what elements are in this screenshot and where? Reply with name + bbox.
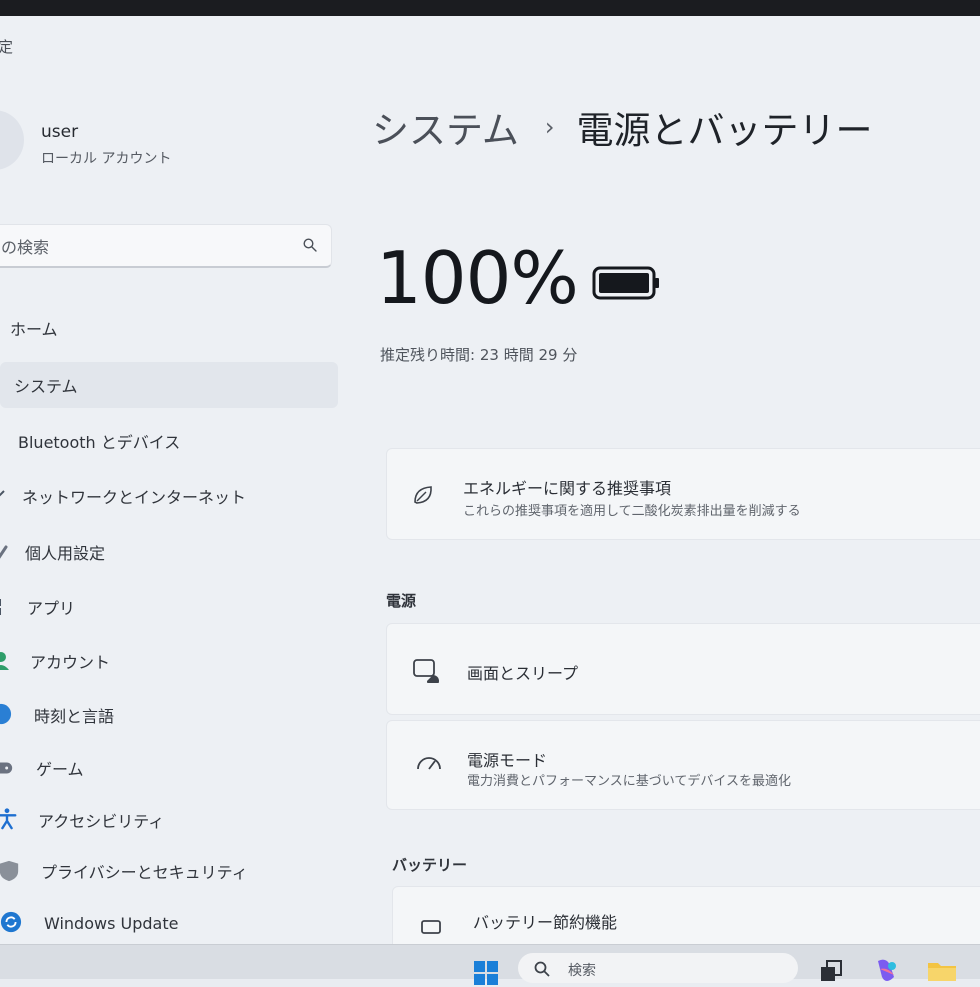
taskbar: 検索	[0, 944, 980, 985]
card-title: 電源モード	[467, 751, 548, 770]
network-icon	[0, 490, 5, 497]
leaf-icon	[414, 486, 432, 504]
sidebar-item-label: Bluetooth とデバイス	[18, 433, 181, 452]
brush-icon	[0, 545, 8, 559]
gamepad-icon	[0, 762, 13, 774]
sidebar-item-time-language[interactable]: 時刻と言語	[0, 692, 338, 738]
battery-level-fill	[599, 273, 649, 293]
sidebar-item-label: ホーム	[10, 320, 58, 339]
sidebar-item-label: 個人用設定	[25, 544, 106, 563]
sidebar-item-label: ゲーム	[36, 760, 84, 779]
breadcrumb-separator: ›	[544, 113, 555, 141]
section-header-battery: バッテリー	[392, 856, 468, 874]
sidebar-item-label: アカウント	[30, 653, 111, 672]
user-name: user	[41, 122, 79, 142]
battery-full-icon	[592, 266, 659, 300]
file-explorer-icon[interactable]	[926, 957, 958, 983]
app-title: 定	[0, 38, 14, 56]
shield-icon	[0, 860, 19, 882]
sidebar-item-label: アクセシビリティ	[38, 812, 165, 831]
energy-recommendations-card[interactable]: エネルギーに関する推奨事項 これらの推奨事項を適用して二酸化炭素排出量を削減する	[386, 448, 980, 540]
taskbar-search[interactable]: 検索	[518, 953, 798, 983]
windows-start-icon[interactable]	[472, 959, 500, 987]
task-view-icon[interactable]	[818, 959, 844, 985]
breadcrumb-parent[interactable]: システム	[372, 100, 519, 154]
sidebar-item-windows-update[interactable]: Windows Update	[0, 900, 338, 946]
screen-sleep-icon	[413, 659, 439, 683]
sidebar-item-accounts[interactable]: アカウント	[0, 638, 338, 684]
battery-estimate-label: 推定残り時間:	[380, 346, 476, 364]
sidebar-item-gaming[interactable]: ゲーム	[0, 745, 338, 791]
sidebar-item-label: Windows Update	[44, 913, 179, 933]
screen-top-bezel	[0, 0, 980, 16]
card-title: 画面とスリープ	[467, 664, 579, 683]
update-icon	[0, 911, 22, 933]
section-header-power: 電源	[386, 592, 417, 610]
page-title: 電源とバッテリー	[576, 109, 873, 152]
sidebar-item-personalization[interactable]: 個人用設定	[0, 529, 338, 575]
card-subtitle: これらの推奨事項を適用して二酸化炭素排出量を削減する	[463, 504, 801, 519]
globe-icon	[0, 703, 12, 725]
accessibility-icon	[0, 808, 17, 830]
taskbar-search-text: 検索	[568, 963, 596, 979]
breadcrumb: システム › 電源とバッテリー	[372, 100, 873, 154]
battery-percentage: 100%	[376, 236, 579, 320]
card-title: バッテリー節約機能	[473, 913, 618, 932]
copilot-icon[interactable]	[872, 957, 900, 985]
sidebar-item-privacy-security[interactable]: プライバシーとセキュリティ	[0, 848, 338, 894]
apps-icon	[0, 599, 1, 615]
sidebar-item-system[interactable]: システム	[0, 362, 338, 408]
sidebar-item-network[interactable]: ネットワークとインターネット	[0, 473, 338, 519]
screen-sleep-card[interactable]: 画面とスリープ	[386, 623, 980, 715]
sidebar-item-home[interactable]: ホーム	[0, 305, 338, 351]
account-icon	[0, 652, 9, 670]
card-subtitle: 電力消費とパフォーマンスに基づいてデバイスを最適化	[467, 774, 791, 789]
gauge-icon	[417, 757, 441, 770]
sidebar-item-label: システム	[14, 377, 78, 396]
search-icon	[534, 961, 550, 977]
battery-estimate-value: 23 時間 29 分	[479, 346, 578, 364]
search-input[interactable]	[0, 233, 283, 261]
sidebar-item-label: プライバシーとセキュリティ	[41, 863, 248, 882]
sidebar-item-bluetooth[interactable]: Bluetooth とデバイス	[0, 418, 338, 464]
power-mode-card[interactable]: 電源モード 電力消費とパフォーマンスに基づいてデバイスを最適化	[386, 720, 980, 810]
user-account-type: ローカル アカウント	[41, 151, 172, 167]
battery-saver-icon	[421, 920, 441, 934]
search-icon[interactable]	[303, 238, 317, 252]
sidebar-item-accessibility[interactable]: アクセシビリティ	[0, 797, 338, 843]
card-title: エネルギーに関する推奨事項	[463, 479, 672, 498]
sidebar-item-label: ネットワークとインターネット	[22, 488, 247, 507]
sidebar-item-label: アプリ	[27, 599, 76, 618]
sidebar-item-apps[interactable]: アプリ	[0, 584, 338, 630]
battery-estimate: 推定残り時間: 23 時間 29 分	[380, 344, 577, 365]
settings-search-box[interactable]	[0, 224, 332, 268]
sidebar-item-label: 時刻と言語	[34, 707, 115, 726]
